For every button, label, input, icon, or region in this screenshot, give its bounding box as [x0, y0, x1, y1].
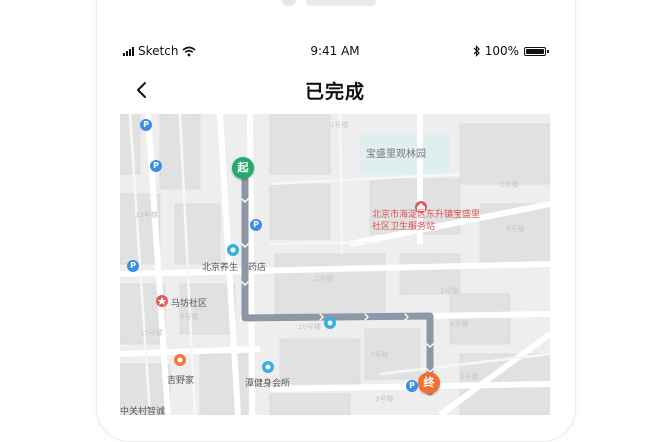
- building-label: 3号楼: [370, 351, 389, 359]
- parking-icon[interactable]: P: [250, 219, 262, 231]
- nav-bar: 已完成: [120, 66, 550, 114]
- building-label: 15号楼: [140, 329, 163, 337]
- route-start-marker[interactable]: 起: [232, 157, 254, 179]
- battery-icon: [524, 46, 549, 56]
- poi-health-center-label: 北京市海淀区东升镇宝盛里社区卫生服务站: [372, 210, 481, 232]
- route-map[interactable]: 宝盛里观林园 北京市海淀区东升镇宝盛里社区卫生服务站 北京养生 药店 马坊社区 …: [120, 114, 550, 415]
- poi-shop-tail-label: 药店: [248, 263, 267, 273]
- building-label: 1号楼: [330, 121, 349, 129]
- building-label: 4号楼: [450, 320, 469, 328]
- building-label: 2号楼: [500, 181, 519, 189]
- building-label: 8号楼: [180, 313, 199, 321]
- parking-icon[interactable]: P: [140, 119, 152, 131]
- poi-community-label: 马坊社区: [171, 299, 208, 309]
- building-label: 2号楼: [315, 275, 334, 283]
- building-label: 8号楼: [506, 225, 525, 233]
- status-bar: Sketch 9:41 AM 100%: [120, 38, 550, 66]
- building-label: 2号楼: [460, 373, 479, 381]
- route-end-marker[interactable]: 终: [418, 372, 440, 394]
- poi-jiyejia-label: 吉野家: [167, 376, 195, 386]
- park-label: 宝盛里观林园: [366, 149, 426, 160]
- battery-percent: 100%: [484, 44, 519, 58]
- building-label: 10号楼: [298, 323, 321, 331]
- parking-icon[interactable]: P: [127, 260, 139, 272]
- phone-screen: Sketch 9:41 AM 100% 已完成 宝盛里观林园 北京市海淀区东升镇…: [120, 38, 550, 415]
- map-base: [120, 114, 550, 415]
- phone-speaker: [306, 0, 376, 6]
- status-right: 100%: [473, 44, 549, 58]
- bluetooth-icon: [473, 45, 480, 57]
- page-title: 已完成: [304, 81, 365, 103]
- building-label: 9号楼: [375, 395, 394, 403]
- poi-gym-label: 潭健身会所: [245, 379, 291, 389]
- parking-icon[interactable]: P: [150, 160, 162, 172]
- building-label: 13号楼: [135, 211, 158, 219]
- poi-shop-label: 北京养生: [202, 263, 239, 273]
- poi-bottom-left-label: 中关村智诚: [120, 407, 166, 415]
- parking-icon[interactable]: P: [406, 380, 418, 392]
- building-label: 1号楼: [440, 287, 459, 295]
